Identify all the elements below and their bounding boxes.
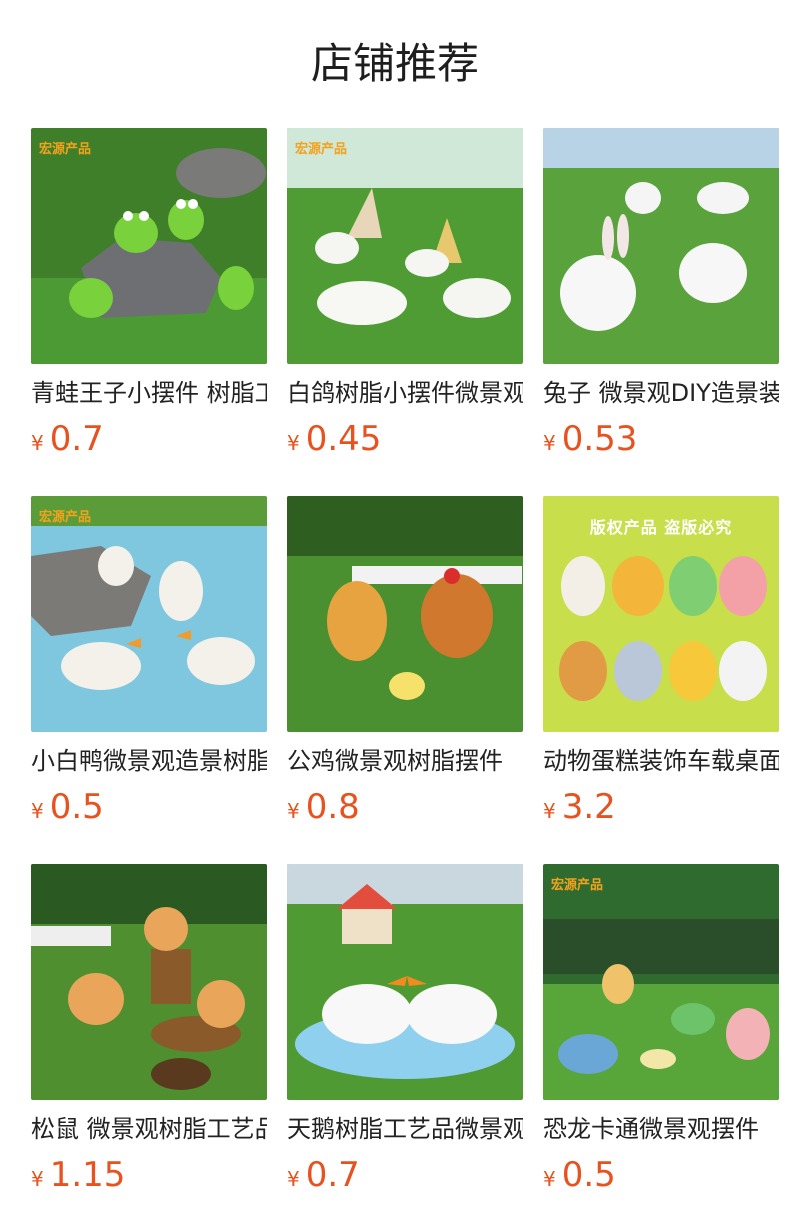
currency-symbol: ¥ [543, 1167, 556, 1191]
currency-symbol: ¥ [287, 799, 300, 823]
product-image-cartoon-animals[interactable]: 版权产品 盗版必究 [543, 496, 779, 732]
product-price: ¥3.2 [543, 787, 779, 827]
product-price: ¥0.7 [287, 1155, 523, 1195]
currency-symbol: ¥ [287, 1167, 300, 1191]
product-title[interactable]: 公鸡微景观树脂摆件 [287, 745, 523, 777]
product-title[interactable]: 松鼠 微景观树脂工艺品 [31, 1113, 267, 1145]
product-price: ¥0.5 [31, 787, 267, 827]
product-card[interactable]: 宏源产品 小白鸭微景观造景树脂 ¥0.5 [31, 496, 267, 827]
product-title[interactable]: 动物蛋糕装饰车载桌面摆件 [543, 745, 779, 777]
product-title[interactable]: 青蛙王子小摆件 树脂工艺品 [31, 377, 267, 409]
price-value: 0.45 [305, 419, 382, 459]
price-value: 0.8 [305, 787, 360, 827]
product-price: ¥0.45 [287, 419, 523, 459]
price-value: 0.7 [305, 1155, 360, 1195]
product-title[interactable]: 天鹅树脂工艺品微景观 [287, 1113, 523, 1145]
product-image-roosters[interactable] [287, 496, 523, 732]
product-image-doves[interactable]: 宏源产品 [287, 128, 523, 364]
currency-symbol: ¥ [543, 431, 556, 455]
product-card[interactable]: 宏源产品 白鸽树脂小摆件微景观 ¥0.45 [287, 128, 523, 459]
copyright-overlay: 版权产品 盗版必究 [589, 518, 733, 537]
product-price: ¥0.8 [287, 787, 523, 827]
product-price: ¥1.15 [31, 1155, 267, 1195]
price-value: 3.2 [561, 787, 616, 827]
product-card[interactable]: 公鸡微景观树脂摆件 ¥0.8 [287, 496, 523, 827]
currency-symbol: ¥ [31, 799, 44, 823]
product-title[interactable]: 兔子 微景观DIY造景装饰 [543, 377, 779, 409]
brand-watermark: 宏源产品 [39, 142, 92, 157]
product-title[interactable]: 恐龙卡通微景观摆件 [543, 1113, 779, 1145]
product-card[interactable]: 兔子 微景观DIY造景装饰 ¥0.53 [543, 128, 779, 459]
product-price: ¥0.53 [543, 419, 779, 459]
product-card[interactable]: 松鼠 微景观树脂工艺品 ¥1.15 [31, 864, 267, 1195]
product-price: ¥0.7 [31, 419, 267, 459]
section-header: 店铺推荐 [0, 0, 790, 128]
currency-symbol: ¥ [287, 431, 300, 455]
brand-watermark: 宏源产品 [39, 510, 92, 525]
currency-symbol: ¥ [543, 799, 556, 823]
product-image-squirrels[interactable] [31, 864, 267, 1100]
product-price: ¥0.5 [543, 1155, 779, 1195]
product-image-swans[interactable] [287, 864, 523, 1100]
product-card[interactable]: 宏源产品 青蛙王子小摆件 树脂工艺品 ¥0.7 [31, 128, 267, 459]
brand-watermark: 宏源产品 [551, 878, 604, 893]
price-value: 0.53 [561, 419, 638, 459]
brand-watermark: 宏源产品 [295, 142, 348, 157]
currency-symbol: ¥ [31, 1167, 44, 1191]
product-card[interactable]: 宏源产品 恐龙卡通微景观摆件 ¥0.5 [543, 864, 779, 1195]
price-value: 0.7 [49, 419, 104, 459]
product-image-rabbits[interactable] [543, 128, 779, 364]
price-value: 0.5 [561, 1155, 616, 1195]
price-value: 0.5 [49, 787, 104, 827]
product-image-frogs[interactable]: 宏源产品 [31, 128, 267, 364]
product-card[interactable]: 天鹅树脂工艺品微景观 ¥0.7 [287, 864, 523, 1195]
product-image-dinosaurs[interactable]: 宏源产品 [543, 864, 779, 1100]
product-card[interactable]: 版权产品 盗版必究 动物蛋糕装饰车载桌面摆件 ¥3.2 [543, 496, 779, 827]
product-title[interactable]: 小白鸭微景观造景树脂 [31, 745, 267, 777]
price-value: 1.15 [49, 1155, 126, 1195]
product-image-ducks[interactable]: 宏源产品 [31, 496, 267, 732]
product-title[interactable]: 白鸽树脂小摆件微景观 [287, 377, 523, 409]
section-title: 店铺推荐 [310, 39, 479, 88]
currency-symbol: ¥ [31, 431, 44, 455]
